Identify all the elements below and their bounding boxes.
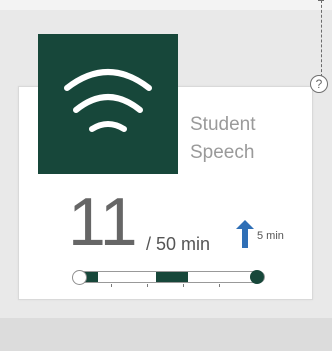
timeline-tick xyxy=(146,284,148,287)
speech-timeline-segment xyxy=(156,272,189,282)
speech-timeline-track xyxy=(74,271,265,283)
timeline-end-handle[interactable] xyxy=(250,270,264,284)
connector-line xyxy=(321,0,322,82)
speech-minutes-value: 11 xyxy=(68,184,138,260)
speech-minutes-denominator: / 50 min xyxy=(146,234,211,254)
wifi-icon xyxy=(64,69,152,132)
speech-minutes-delta: 5 min xyxy=(257,230,284,242)
card-title-line-2: Speech xyxy=(190,142,255,163)
card-title-line-1: Student xyxy=(190,114,256,135)
timeline-tick xyxy=(110,284,112,287)
bottom-panel xyxy=(0,318,332,351)
timeline-start-handle[interactable] xyxy=(72,270,87,285)
card-title: Student Speech xyxy=(190,111,300,167)
student-speech-tile xyxy=(38,34,178,174)
help-icon[interactable]: ? xyxy=(310,75,328,93)
timeline-tick xyxy=(218,284,220,287)
connector-tick xyxy=(318,0,324,1)
top-strip xyxy=(0,0,332,10)
timeline-tick xyxy=(182,284,184,287)
arrow-up-icon xyxy=(236,220,254,248)
